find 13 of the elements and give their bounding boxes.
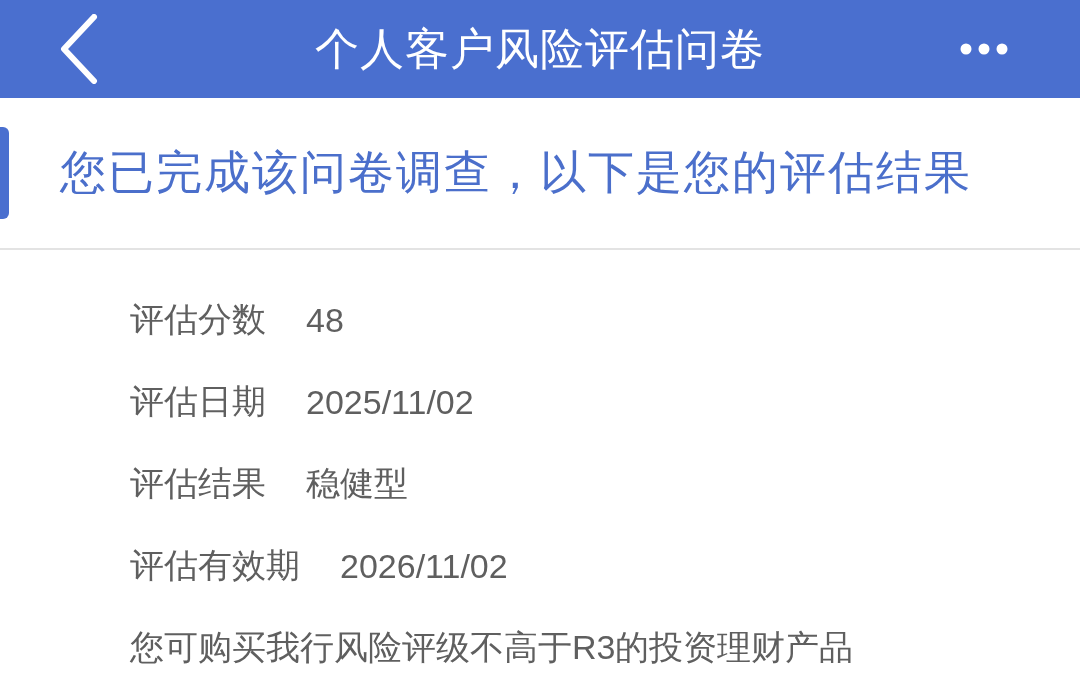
- field-value: 稳健型: [306, 463, 408, 504]
- field-value: 2025/11/02: [306, 382, 474, 422]
- field-label: 评估分数: [130, 299, 266, 340]
- field-label: 评估有效期: [130, 545, 300, 586]
- field-value: 2026/11/02: [340, 546, 508, 586]
- ellipsis-icon: [960, 43, 1008, 55]
- field-label: 评估结果: [130, 463, 266, 504]
- eligibility-notice: 您可购买我行风险评级不高于R3的投资理财产品: [130, 627, 854, 668]
- result-heading: 您已完成该问卷调查，以下是您的评估结果: [60, 145, 972, 200]
- page-title: 个人客户风险评估问卷: [315, 22, 765, 75]
- field-value: 48: [306, 300, 344, 340]
- chevron-left-icon: [60, 14, 98, 84]
- field-label: 评估日期: [130, 381, 266, 422]
